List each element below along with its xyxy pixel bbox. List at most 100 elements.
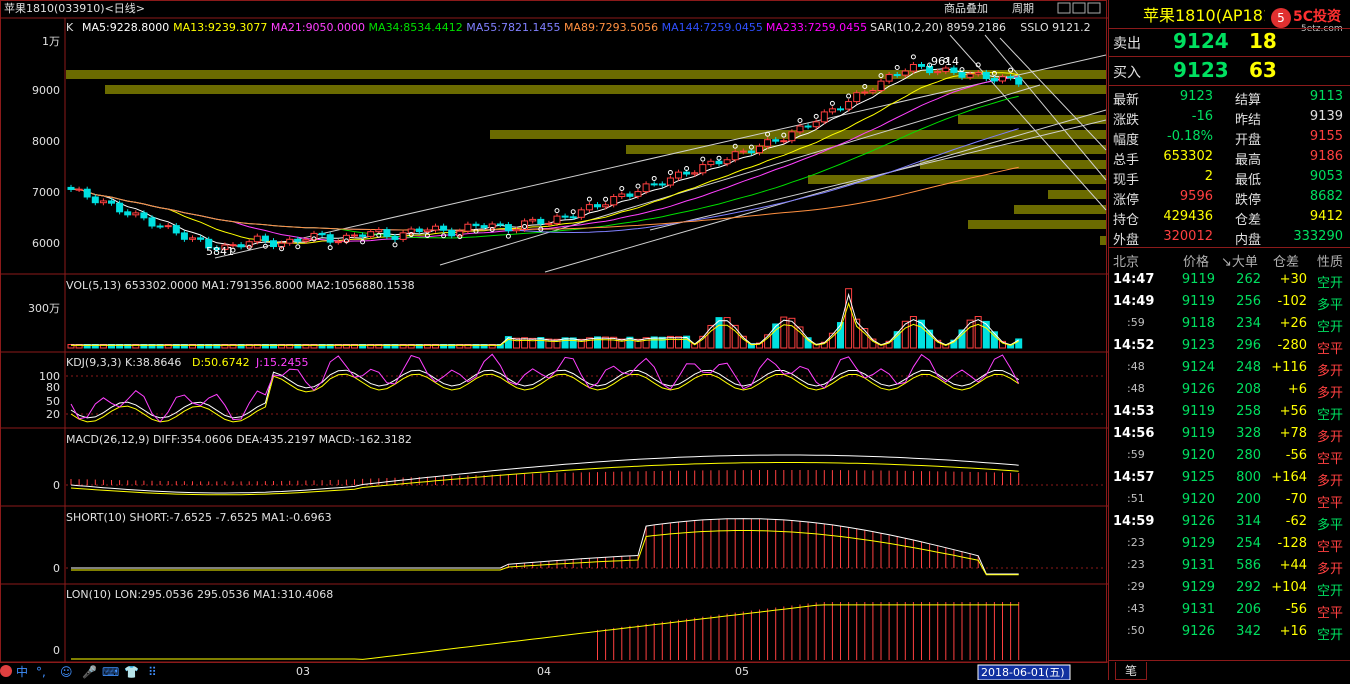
ime-punct[interactable]: °, (36, 665, 46, 679)
tick-nature: 空开 (1317, 624, 1343, 643)
tick-oi-change: +6 (1269, 382, 1307, 397)
tick-volume: 342 (1221, 624, 1261, 639)
tick-nature: 空开 (1317, 580, 1343, 599)
candle-body (449, 230, 455, 236)
tick-row[interactable]: 14:56 9119 328 +78 多开 (1109, 424, 1350, 444)
tick-row[interactable]: :23 9129 254 -128 空平 (1109, 534, 1350, 554)
tick-nature: 多平 (1317, 294, 1343, 313)
sar-dot (604, 197, 608, 201)
tick-price: 9119 (1173, 426, 1215, 441)
tick-volume: 234 (1221, 316, 1261, 331)
candle-body (959, 72, 965, 77)
candle-body (238, 245, 244, 247)
tick-row[interactable]: :48 9126 208 +6 多开 (1109, 380, 1350, 400)
tick-nature: 空开 (1317, 404, 1343, 423)
ma-legend-item: MA55:7821.1455 (466, 21, 560, 34)
candle-body (902, 71, 908, 75)
candle-body (773, 140, 779, 141)
tick-nature: 空开 (1317, 316, 1343, 335)
ime-lang[interactable]: 中 (16, 664, 28, 679)
candle-body (651, 184, 657, 185)
ma-legend-item: MA144:7259.0455 (662, 21, 763, 34)
ma-curve (71, 72, 1019, 243)
volume-bar (967, 320, 973, 348)
tick-volume: 200 (1221, 492, 1261, 507)
tick-row[interactable]: :29 9129 292 +104 空开 (1109, 578, 1350, 598)
back-icon[interactable] (1058, 3, 1070, 13)
chart-svg[interactable]: 苹果1810(033910)<日线> 商品叠加 周期 K MA5:9228.80… (0, 0, 1108, 680)
stats-row: 最新 9123 结算 9113 (1109, 87, 1350, 107)
tick-row[interactable]: 14:53 9119 258 +56 空开 (1109, 402, 1350, 422)
tick-row[interactable]: 14:59 9126 314 -62 多平 (1109, 512, 1350, 532)
stat-label: 幅度 (1113, 129, 1139, 148)
stat-value: 429436 (1157, 209, 1213, 224)
tick-row[interactable]: :59 9120 280 -56 空平 (1109, 446, 1350, 466)
stat-value: -0.18% (1157, 129, 1213, 144)
tab-ticks[interactable]: 笔 (1115, 662, 1147, 680)
tick-price: 9131 (1173, 602, 1215, 617)
period-label: K (66, 21, 74, 34)
chart-area[interactable]: 苹果1810(033910)<日线> 商品叠加 周期 K MA5:9228.80… (0, 0, 1108, 680)
candle-body (700, 165, 706, 173)
candle-body (84, 189, 90, 197)
sar-dot (911, 55, 915, 59)
period-menu[interactable]: 周期 (1012, 2, 1034, 15)
candle-body (384, 230, 390, 237)
site-logo-text: 5C投资 (1293, 6, 1341, 26)
tick-row[interactable]: :59 9118 234 +26 空开 (1109, 314, 1350, 334)
tick-row[interactable]: :50 9126 342 +16 空开 (1109, 622, 1350, 642)
tick-oi-change: -70 (1269, 492, 1307, 507)
ime-skin[interactable]: 👕 (124, 665, 139, 679)
tick-row[interactable]: 14:47 9119 262 +30 空开 (1109, 270, 1350, 290)
short-label: SHORT(10) SHORT:-7.6525 -7.6525 MA1:-0.6… (66, 511, 332, 524)
tick-row[interactable]: :48 9124 248 +116 多开 (1109, 358, 1350, 378)
ime-logo-icon[interactable] (0, 665, 12, 677)
sar-dot (895, 65, 899, 69)
candle-body (578, 210, 584, 217)
tick-price: 9119 (1173, 404, 1215, 419)
tick-row[interactable]: 14:57 9125 800 +164 多开 (1109, 468, 1350, 488)
candle-body (740, 151, 746, 152)
tick-row[interactable]: :43 9131 206 -56 空平 (1109, 600, 1350, 620)
sar-dot (830, 101, 834, 105)
forward-icon[interactable] (1073, 3, 1085, 13)
tick-row[interactable]: :23 9131 586 +44 多开 (1109, 556, 1350, 576)
tick-price: 9131 (1173, 558, 1215, 573)
ime-menu[interactable]: ⠿ (148, 665, 157, 679)
tick-time: 14:53 (1113, 404, 1154, 419)
candle-body (943, 68, 949, 72)
candle-body (894, 75, 900, 76)
ime-keyboard[interactable]: ⌨ (102, 665, 119, 679)
candle-body (595, 205, 601, 207)
candle-body (910, 64, 916, 71)
tick-time: :59 (1127, 316, 1145, 329)
candle-body (886, 75, 892, 82)
maximize-icon[interactable] (1088, 3, 1100, 13)
candle-body (76, 189, 82, 190)
candle-body (279, 243, 285, 246)
ime-voice[interactable]: 🎤 (82, 664, 97, 679)
tick-row[interactable]: :51 9120 200 -70 空平 (1109, 490, 1350, 510)
stats-row: 现手 2 最低 9053 (1109, 167, 1350, 187)
candle-body (611, 197, 617, 205)
candle-body (416, 229, 422, 232)
tick-nature: 多开 (1317, 426, 1343, 445)
tick-row[interactable]: 14:49 9119 256 -102 多平 (1109, 292, 1350, 312)
candle-body (497, 224, 503, 225)
candle-body (271, 241, 277, 247)
stat-label: 涨跌 (1113, 109, 1139, 128)
tick-oi-change: -102 (1269, 294, 1307, 309)
tick-row[interactable]: 14:52 9123 296 -280 空平 (1109, 336, 1350, 356)
tick-time: 14:52 (1113, 338, 1154, 353)
volume-bar (732, 325, 738, 348)
ma-curve (71, 96, 1019, 238)
candle-body (303, 240, 309, 242)
tick-time: 14:59 (1113, 514, 1154, 529)
volume-bar (530, 338, 536, 348)
candle-body (854, 93, 860, 102)
stats-row: 幅度 -0.18% 开盘 9155 (1109, 127, 1350, 147)
overlay-menu[interactable]: 商品叠加 (944, 1, 988, 15)
ime-emoji[interactable]: ☺ (60, 665, 73, 679)
tick-price: 9120 (1173, 448, 1215, 463)
candle-body (287, 239, 293, 243)
